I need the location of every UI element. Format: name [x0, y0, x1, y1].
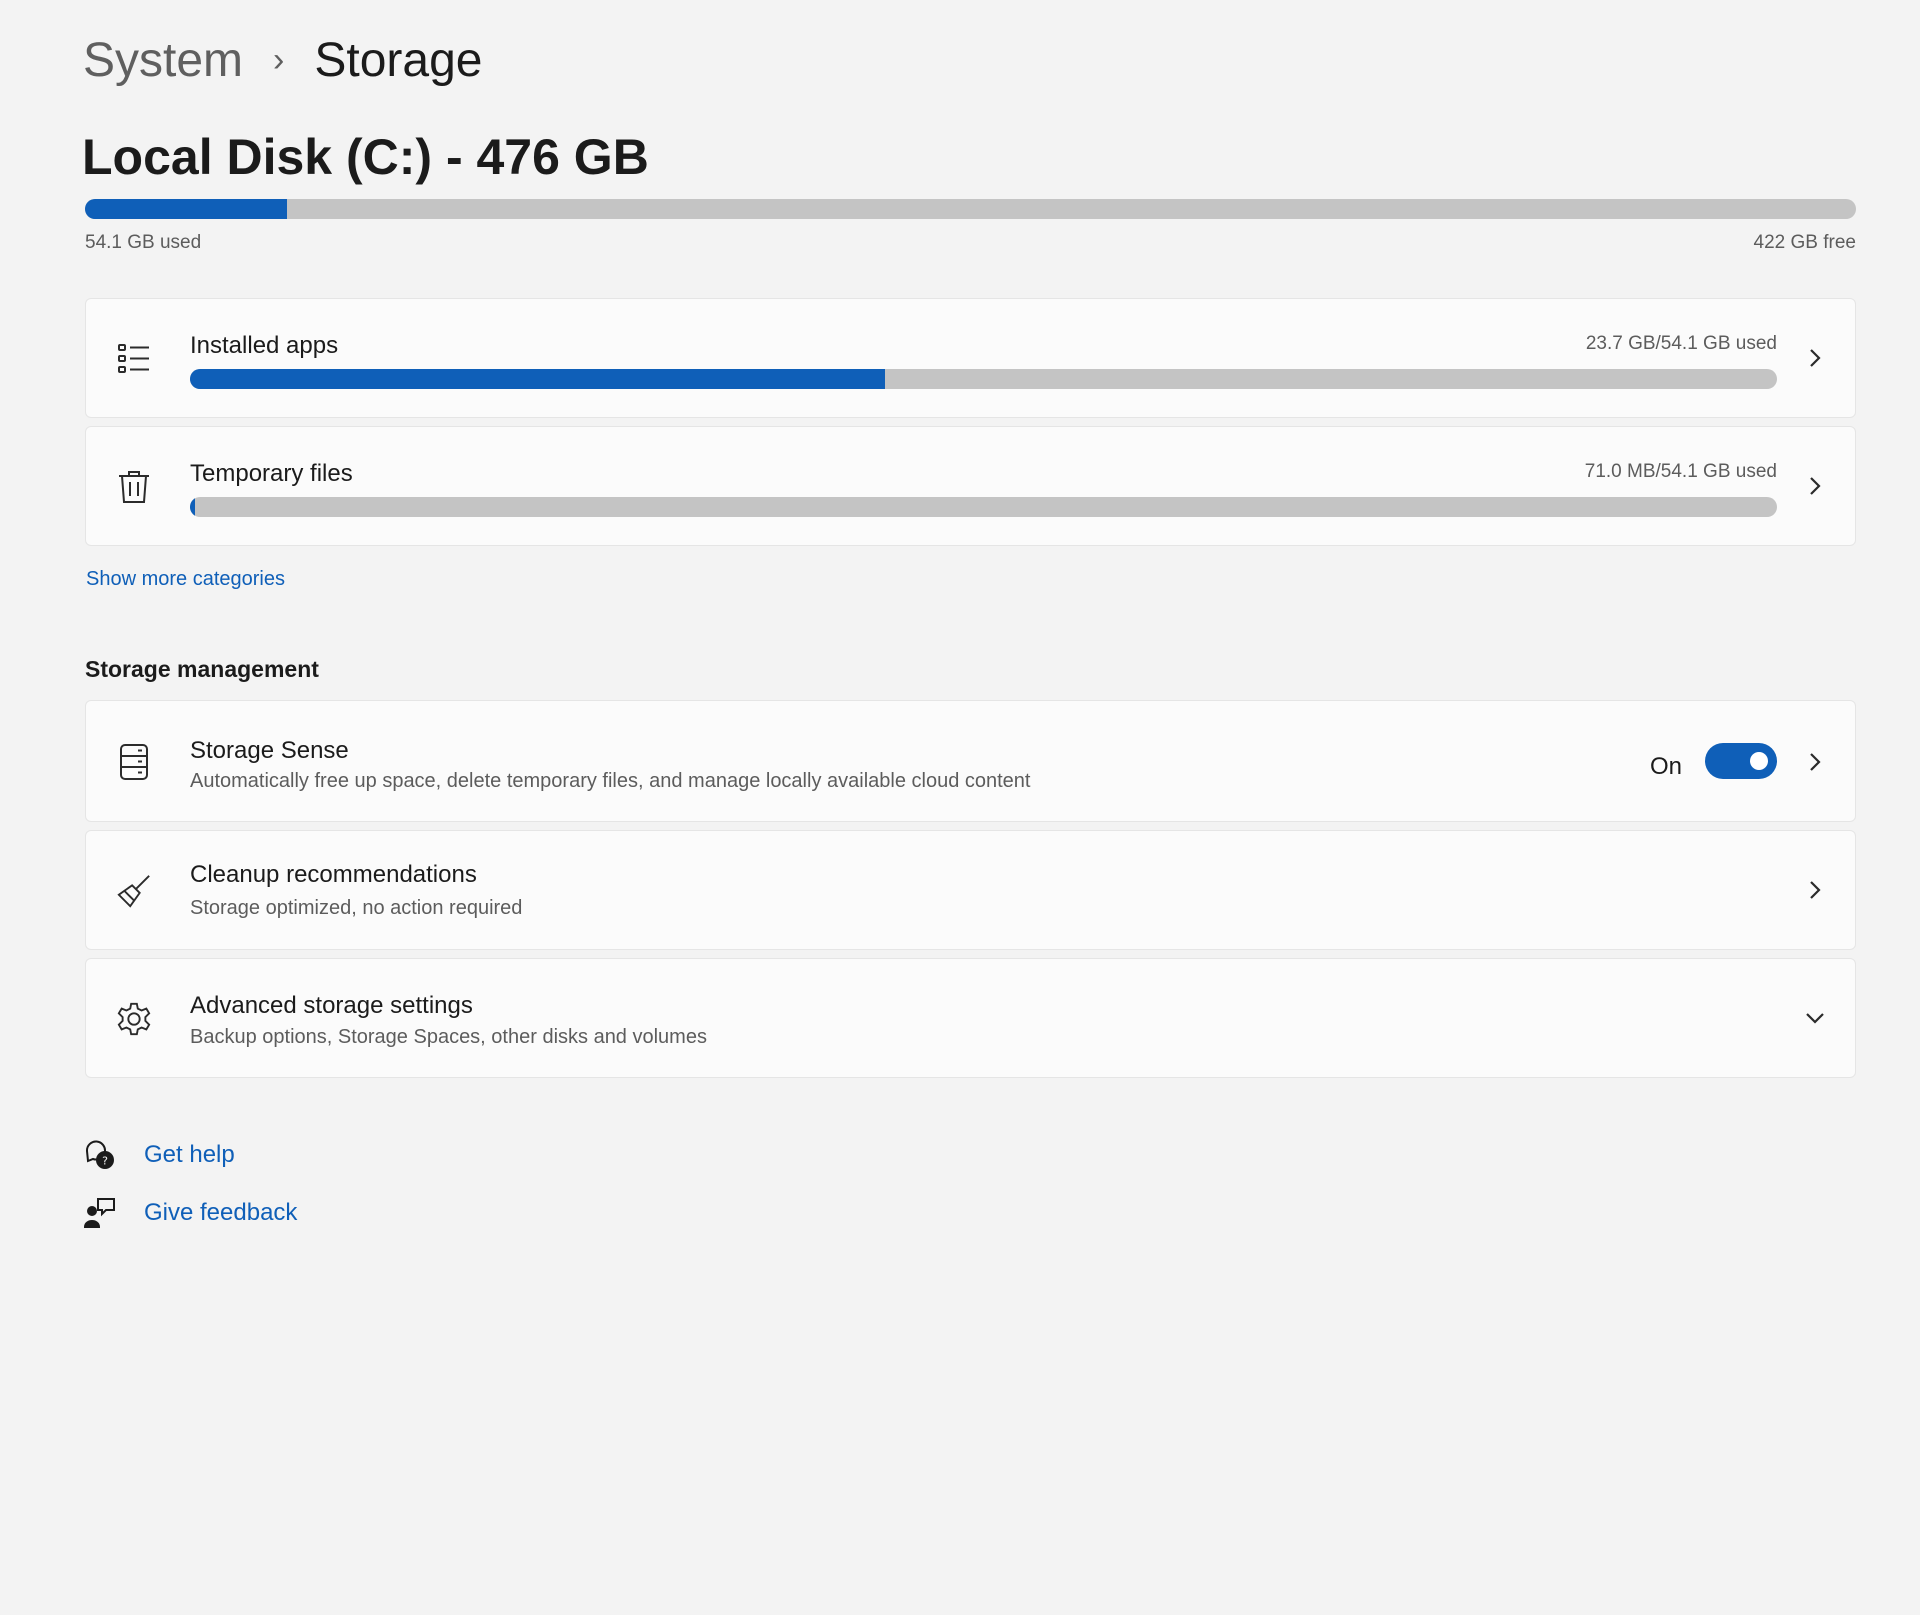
category-usage: 71.0 MB/54.1 GB used	[1584, 461, 1777, 482]
give-feedback-link[interactable]: Give feedback	[144, 1199, 297, 1227]
breadcrumb: System › Storage	[83, 30, 482, 90]
disk-usage-fill	[85, 199, 287, 219]
get-help-row[interactable]: ? Get help	[84, 1139, 235, 1171]
storage-drive-icon	[116, 744, 152, 780]
trash-icon	[116, 469, 152, 505]
give-feedback-row[interactable]: Give feedback	[84, 1197, 297, 1229]
disk-free-label: 422 GB free	[1753, 232, 1856, 253]
cleanup-recommendations-card[interactable]: Cleanup recommendations Storage optimize…	[85, 830, 1856, 950]
advanced-storage-title: Advanced storage settings	[190, 992, 473, 1019]
breadcrumb-system[interactable]: System	[83, 33, 243, 88]
chevron-right-icon	[1803, 474, 1827, 498]
get-help-link[interactable]: Get help	[144, 1141, 235, 1169]
broom-icon	[116, 873, 152, 909]
storage-sense-toggle-label: On	[1649, 753, 1682, 780]
disk-used-label: 54.1 GB used	[85, 232, 202, 253]
category-usage: 23.7 GB/54.1 GB used	[1585, 333, 1777, 354]
category-usage-bar	[190, 497, 1777, 517]
show-more-categories-link[interactable]: Show more categories	[86, 568, 285, 591]
chevron-down-icon	[1803, 1006, 1827, 1030]
storage-sense-card[interactable]: Storage Sense Automatically free up spac…	[85, 700, 1856, 822]
disk-title: Local Disk (C:) - 476 GB	[82, 129, 649, 185]
chevron-right-icon	[1803, 750, 1827, 774]
breadcrumb-separator: ›	[273, 41, 285, 79]
toggle-knob	[1750, 752, 1768, 770]
storage-sense-subtitle: Automatically free up space, delete temp…	[190, 770, 1031, 792]
chevron-right-icon	[1803, 346, 1827, 370]
advanced-storage-subtitle: Backup options, Storage Spaces, other di…	[190, 1026, 707, 1048]
gear-icon	[116, 1001, 152, 1037]
category-usage-fill	[190, 497, 195, 517]
category-usage-bar	[190, 369, 1777, 389]
category-label: Temporary files	[190, 460, 353, 487]
cleanup-title: Cleanup recommendations	[190, 861, 477, 888]
storage-sense-toggle[interactable]	[1705, 743, 1777, 779]
chevron-right-icon	[1803, 878, 1827, 902]
category-installed-apps[interactable]: Installed apps 23.7 GB/54.1 GB used	[85, 298, 1856, 418]
category-label: Installed apps	[190, 332, 339, 359]
disk-usage-bar	[85, 199, 1856, 219]
svg-text:?: ?	[102, 1155, 108, 1168]
list-icon	[116, 341, 152, 377]
feedback-icon	[84, 1197, 116, 1229]
storage-settings-page: System › Storage Local Disk (C:) - 476 G…	[0, 0, 1920, 1615]
storage-management-heading: Storage management	[85, 656, 319, 682]
page-title: Storage	[314, 33, 483, 87]
storage-sense-title: Storage Sense	[190, 737, 349, 764]
category-temporary-files[interactable]: Temporary files 71.0 MB/54.1 GB used	[85, 426, 1856, 546]
cleanup-subtitle: Storage optimized, no action required	[190, 897, 523, 919]
advanced-storage-settings-card[interactable]: Advanced storage settings Backup options…	[85, 958, 1856, 1078]
category-usage-fill	[190, 369, 886, 389]
help-icon: ?	[84, 1139, 116, 1171]
